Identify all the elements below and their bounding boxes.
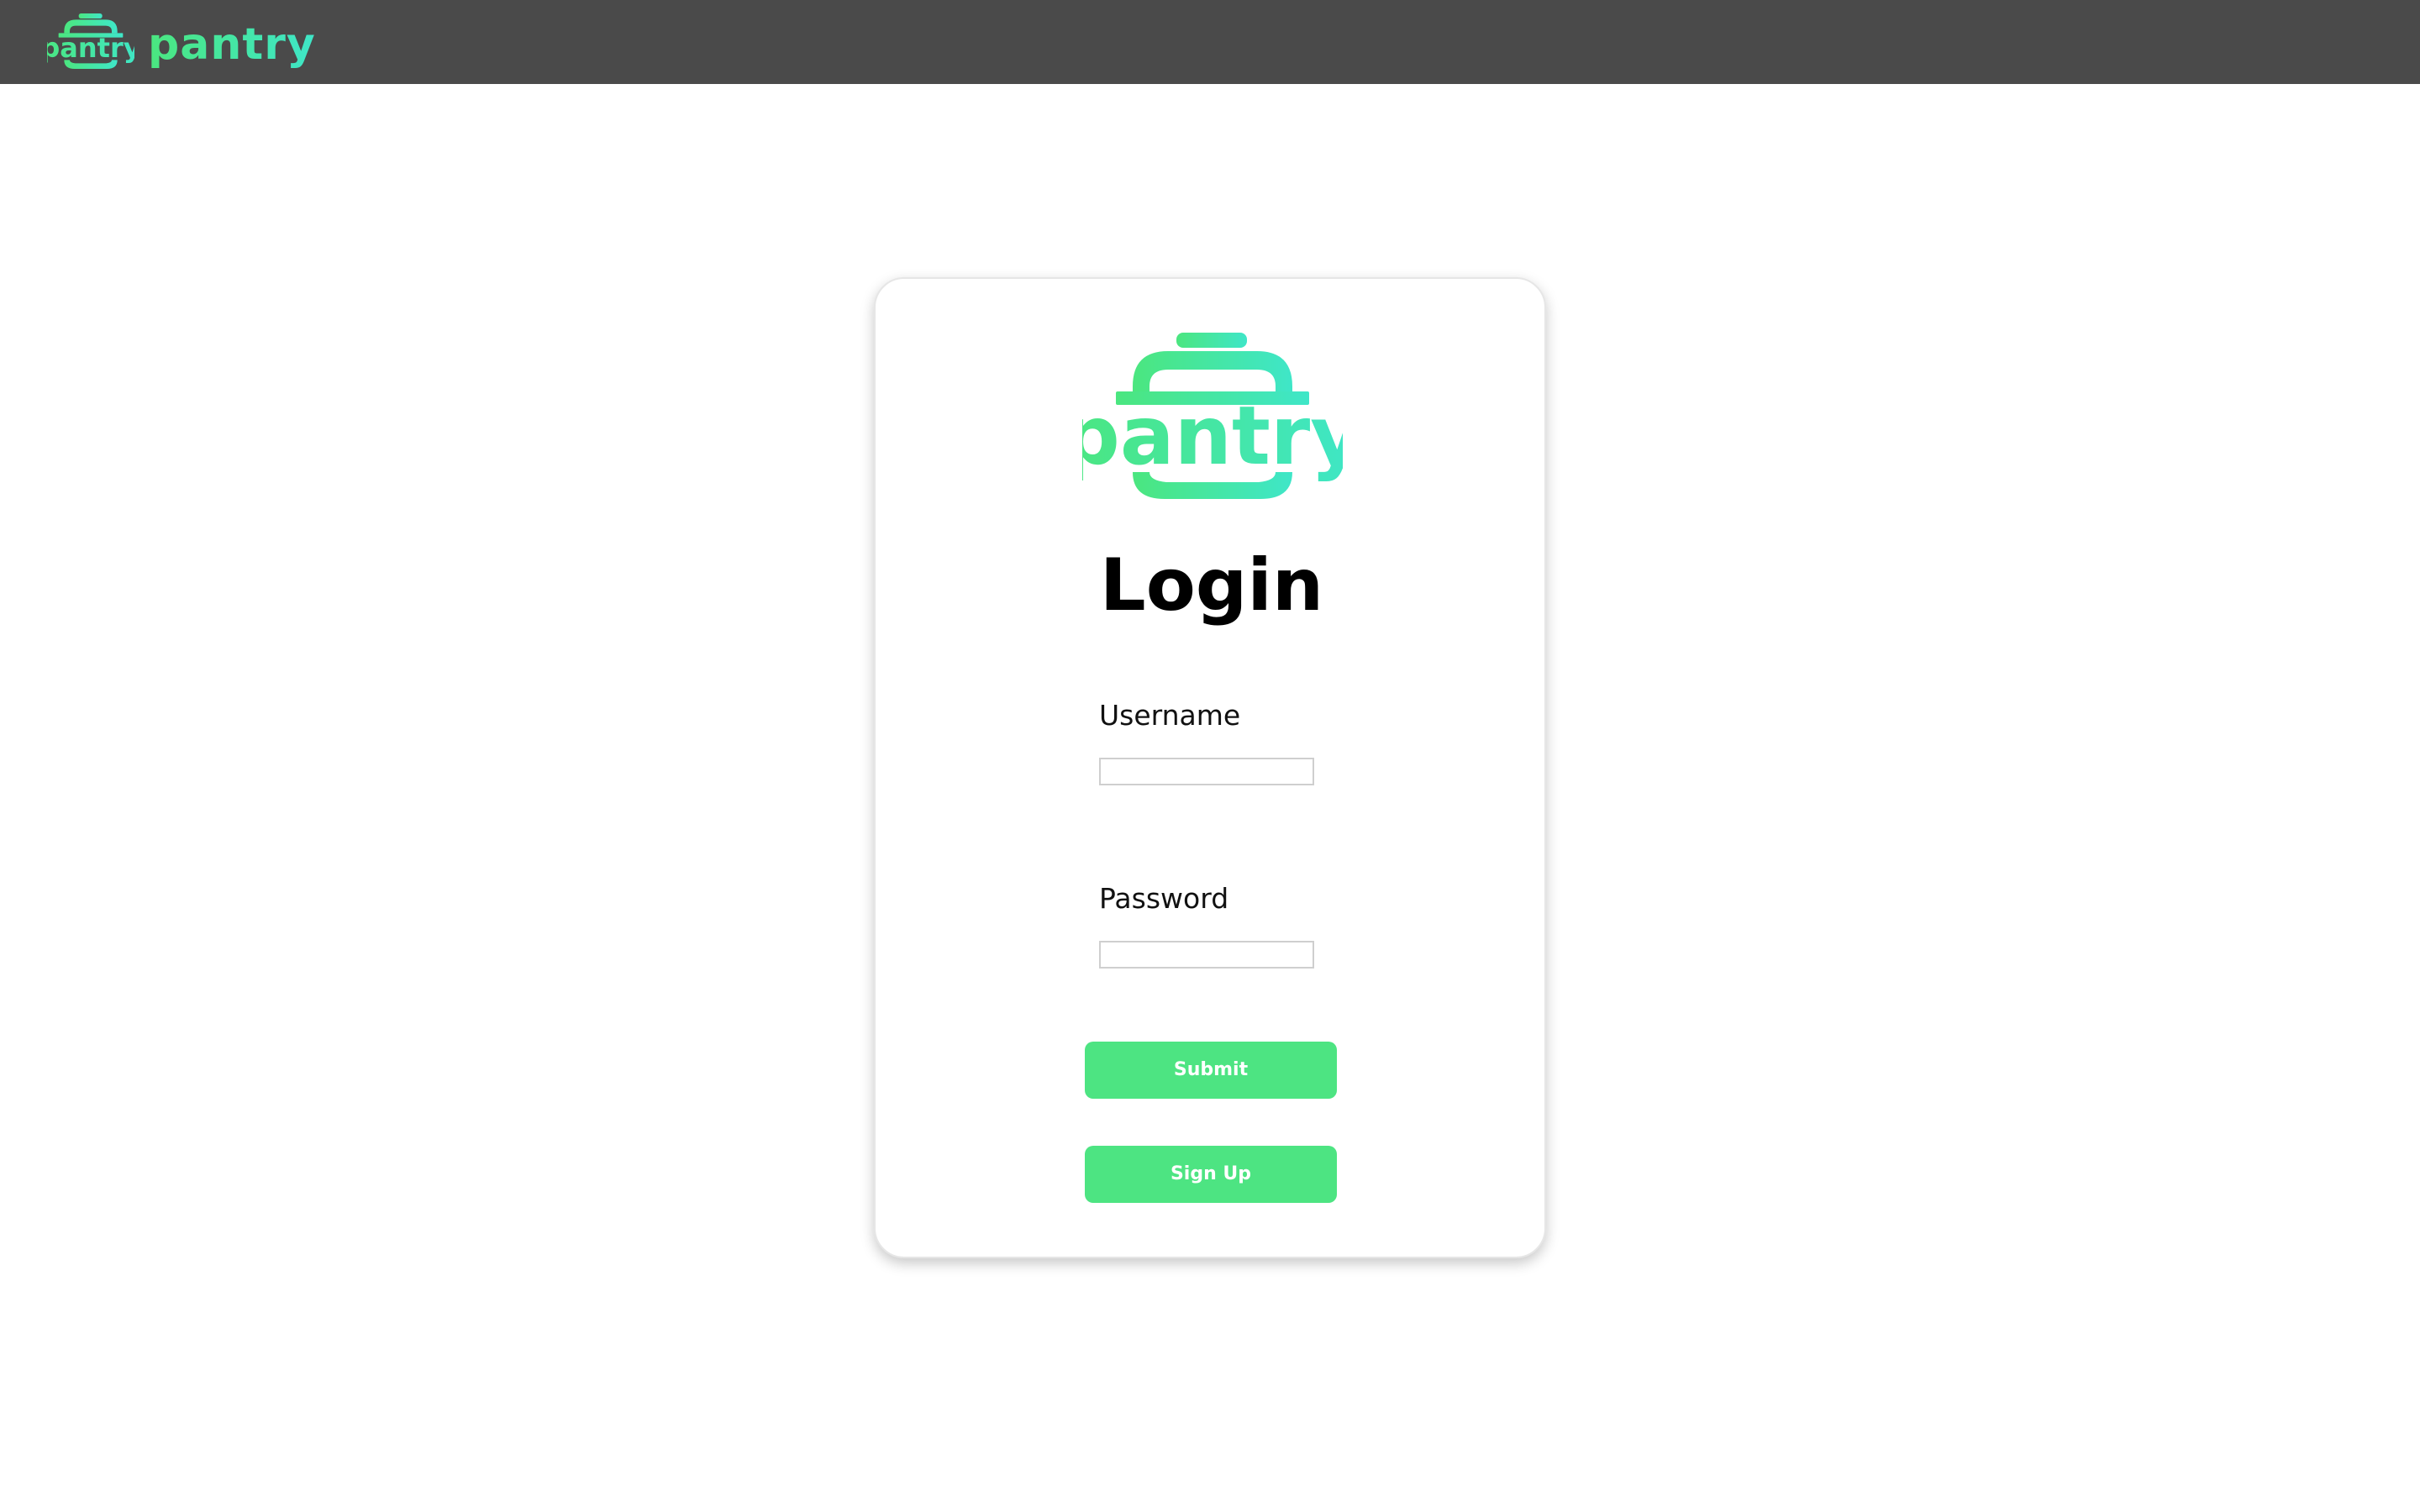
page-title: Login bbox=[1099, 543, 1324, 627]
submit-button[interactable]: Submit bbox=[1085, 1042, 1337, 1099]
pantry-logo-icon: pantry bbox=[1082, 333, 1343, 499]
password-label: Password bbox=[1099, 882, 1229, 915]
username-input[interactable] bbox=[1099, 758, 1314, 785]
svg-text:pantry: pantry bbox=[1082, 389, 1343, 483]
top-navigation-bar: pantry pantry bbox=[0, 0, 2420, 84]
password-input[interactable] bbox=[1099, 941, 1314, 969]
username-label: Username bbox=[1099, 699, 1241, 732]
svg-text:pantry: pantry bbox=[47, 32, 134, 64]
login-card: pantry Login Username Password Submit Si… bbox=[874, 277, 1546, 1258]
pantry-logo-icon[interactable]: pantry bbox=[47, 13, 134, 69]
brand-name[interactable]: pantry bbox=[148, 15, 316, 74]
sign-up-button[interactable]: Sign Up bbox=[1085, 1146, 1337, 1203]
